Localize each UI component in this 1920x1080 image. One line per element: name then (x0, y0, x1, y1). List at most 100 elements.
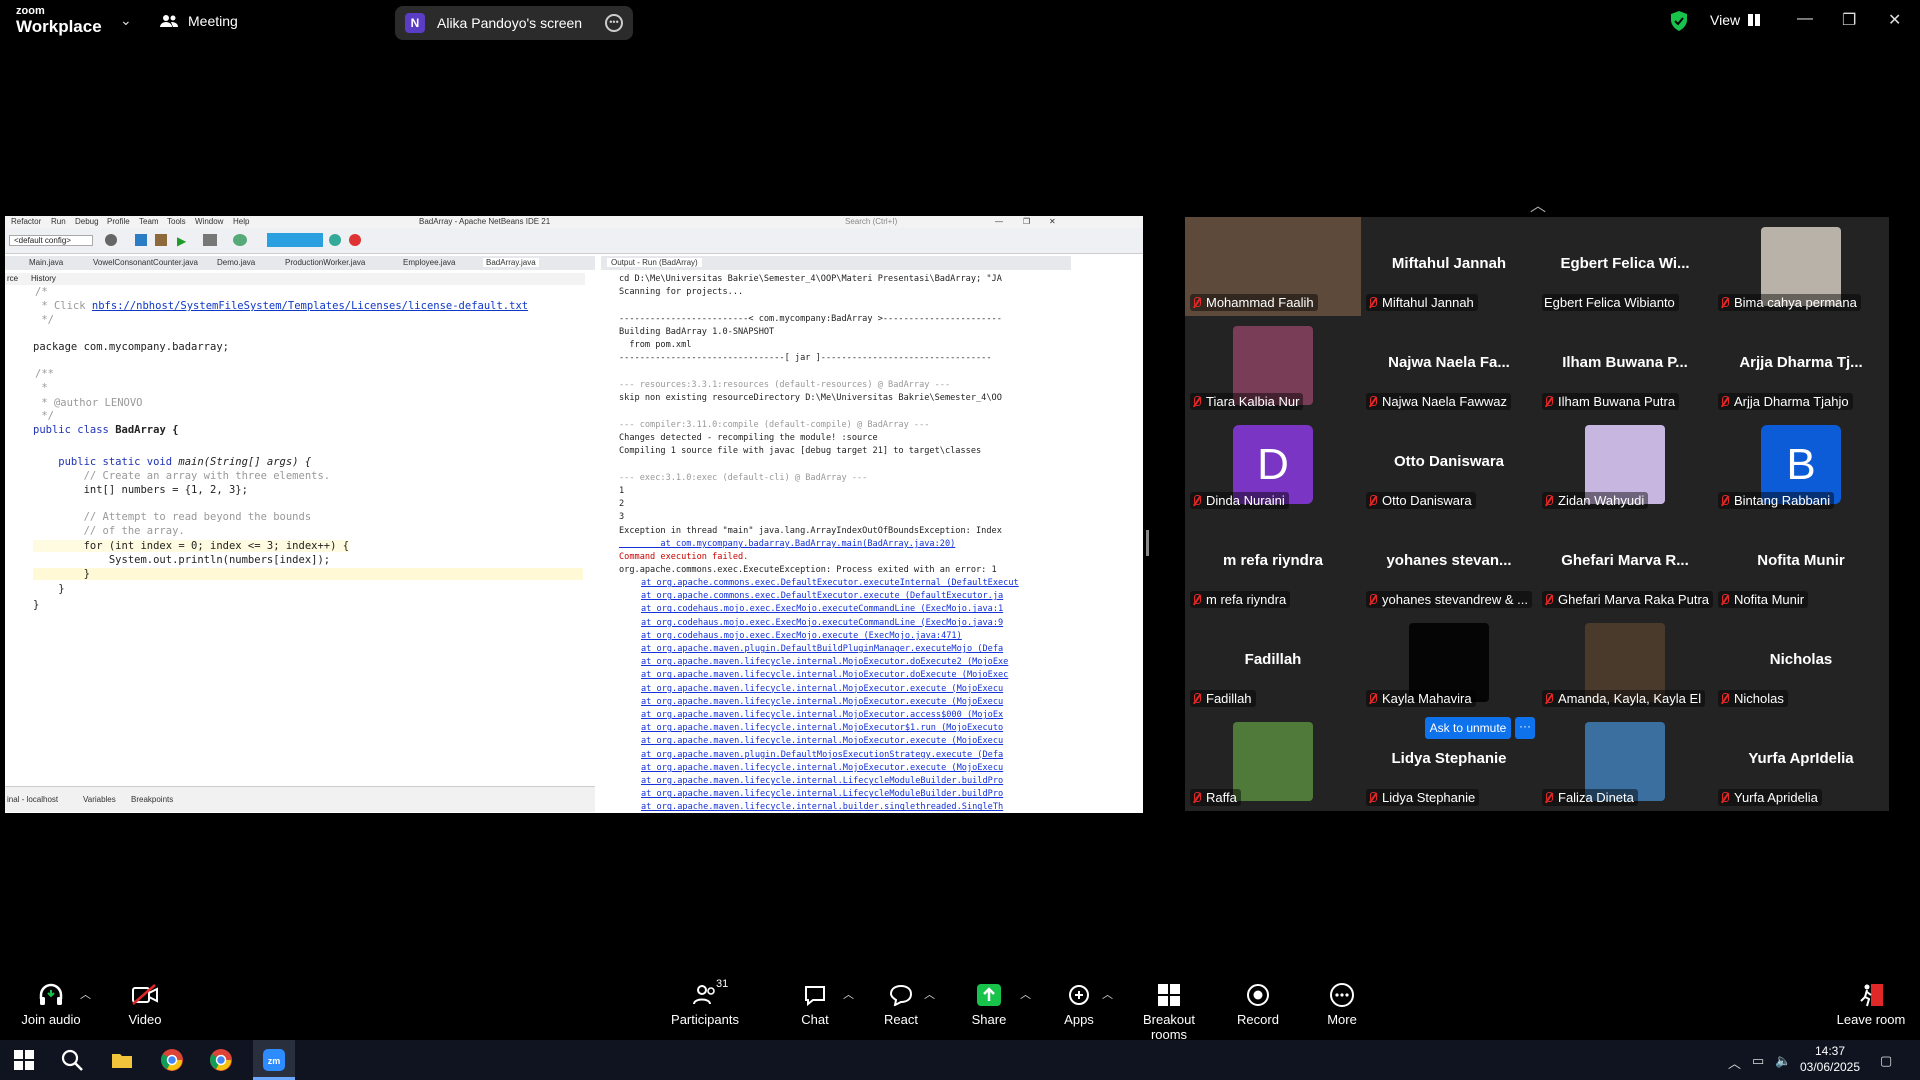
close-icon[interactable]: ✕ (1888, 10, 1901, 30)
notifications-icon[interactable]: ▢ (1880, 1053, 1892, 1069)
source-tab[interactable]: rce (7, 274, 18, 283)
stack-trace-link[interactable]: at org.apache.maven.lifecycle.internal.M… (641, 684, 1003, 694)
chrome-icon[interactable] (160, 1048, 184, 1072)
ide-menu-run[interactable]: Run (51, 217, 66, 226)
participant-tile[interactable]: Nofita Munir Nofita Munir (1713, 514, 1889, 613)
license-link[interactable]: nbfs://nbhost/SystemFileSystem/Templates… (92, 300, 528, 312)
file-explorer-icon[interactable] (110, 1048, 134, 1072)
stack-trace-link[interactable]: at org.codehaus.mojo.exec.ExecMojo.execu… (641, 618, 1003, 628)
editor-tab[interactable]: Main.java (29, 258, 63, 267)
chrome-profile-icon[interactable] (209, 1048, 233, 1072)
ide-restore-icon[interactable]: ❐ (1023, 217, 1030, 226)
stack-trace-link[interactable]: at org.codehaus.mojo.exec.ExecMojo.execu… (641, 631, 962, 641)
ide-menu-refactor[interactable]: Refactor (11, 217, 41, 226)
volume-icon[interactable]: 🔈 (1775, 1053, 1791, 1069)
participant-tile[interactable]: Raffa (1185, 712, 1361, 811)
ide-search-field[interactable]: Search (Ctrl+I) (845, 217, 897, 226)
participant-tile[interactable]: Otto Daniswara Otto Daniswara (1361, 415, 1537, 514)
network-icon[interactable]: ▭ (1752, 1053, 1764, 1069)
participant-tile[interactable]: Mohammad Faalih (1185, 217, 1361, 316)
chevron-up-icon[interactable]: ︿ (1530, 192, 1546, 216)
stack-trace-link[interactable]: at org.apache.maven.plugin.DefaultMojosE… (641, 750, 1003, 760)
ide-minimize-icon[interactable]: — (995, 217, 1003, 226)
stack-trace-link[interactable]: at org.apache.maven.lifecycle.internal.M… (641, 763, 1003, 773)
stack-trace-link[interactable]: at org.apache.maven.lifecycle.internal.M… (641, 657, 1008, 667)
participant-tile[interactable]: Ghefari Marva R... Ghefari Marva Raka Put… (1537, 514, 1713, 613)
ide-build-icon[interactable] (135, 234, 147, 246)
history-tab[interactable]: History (31, 274, 56, 283)
apps-options-caret[interactable]: ︿ (1102, 986, 1113, 1002)
stack-trace-link[interactable]: at org.apache.maven.lifecycle.internal.L… (641, 789, 1003, 799)
stop-icon[interactable] (349, 234, 361, 246)
participant-tile[interactable]: Arjja Dharma Tj... Arjja Dharma Tjahjo (1713, 316, 1889, 415)
screen-share-indicator[interactable]: N Alika Pandoyo's screen ••• (395, 6, 633, 40)
audio-options-caret[interactable]: ︿ (80, 986, 91, 1002)
participant-tile[interactable]: Zidan Wahyudi (1537, 415, 1713, 514)
participant-tile[interactable]: Faliza Dineta (1537, 712, 1713, 811)
editor-tab[interactable]: Employee.java (403, 258, 455, 267)
output-tab[interactable]: Output - Run (BadArray) (601, 256, 1071, 270)
participant-tile[interactable]: Ilham Buwana P... Ilham Buwana Putra (1537, 316, 1713, 415)
system-clock[interactable]: 14:37 03/06/2025 (1795, 1043, 1865, 1075)
tray-overflow-icon[interactable]: ︿ (1728, 1053, 1741, 1072)
participant-tile[interactable]: Amanda, Kayla, Kayla El (1537, 613, 1713, 712)
ide-menu-team[interactable]: Team (139, 217, 159, 226)
share-options-caret[interactable]: ︿ (1020, 986, 1031, 1002)
participant-tile[interactable]: Kayla Mahavira (1361, 613, 1537, 712)
more-options-icon[interactable]: ••• (605, 14, 623, 32)
participant-tile[interactable]: D Dinda Nuraini (1185, 415, 1361, 514)
participant-tile[interactable]: Yurfa AprIdelia Yurfa Apridelia (1713, 712, 1889, 811)
stack-trace-link[interactable]: at org.apache.maven.lifecycle.internal.M… (641, 723, 1003, 733)
more-options-button[interactable]: ··· (1515, 717, 1535, 739)
restore-icon[interactable]: ❐ (1842, 10, 1856, 30)
participant-tile[interactable]: Egbert Felica Wi... Egbert Felica Wibiant… (1537, 217, 1713, 316)
participant-tile[interactable]: Nicholas Nicholas (1713, 613, 1889, 712)
stack-trace-link[interactable]: at org.apache.maven.lifecycle.internal.L… (641, 776, 1003, 786)
participant-tile[interactable]: yohanes stevan... yohanes stevandrew & ..… (1361, 514, 1537, 613)
editor-tab-active[interactable]: BadArray.java (483, 258, 539, 267)
video-button[interactable]: Video (100, 980, 190, 1027)
stack-trace-link[interactable]: at org.apache.maven.lifecycle.internal.M… (641, 670, 1008, 680)
stack-trace-link[interactable]: at org.apache.maven.lifecycle.internal.b… (641, 802, 1003, 812)
stack-trace-link[interactable]: at org.apache.maven.lifecycle.internal.M… (641, 710, 1003, 720)
participant-tile[interactable]: Najwa Naela Fa... Najwa Naela Fawwaz (1361, 316, 1537, 415)
debug-icon[interactable] (203, 234, 217, 246)
editor-tab[interactable]: Demo.java (217, 258, 255, 267)
participant-tile[interactable]: Miftahul Jannah Miftahul Jannah (1361, 217, 1537, 316)
code-editor[interactable]: /* * Click nbfs://nbhost/SystemFileSyste… (5, 286, 585, 776)
participant-tile[interactable]: Tiara Kalbia Nur (1185, 316, 1361, 415)
chat-options-caret[interactable]: ︿ (843, 986, 854, 1002)
resize-handle[interactable] (1146, 530, 1149, 556)
ide-close-icon[interactable]: ✕ (1049, 217, 1056, 226)
chevron-down-icon[interactable]: ⌄ (120, 12, 132, 29)
participant-tile[interactable]: Fadillah Fadillah (1185, 613, 1361, 712)
run-icon[interactable]: ▶ (177, 234, 186, 248)
participants-button[interactable]: 31 Participants (660, 978, 750, 1027)
participant-tile[interactable]: Bima cahya permana (1713, 217, 1889, 316)
meeting-menu[interactable]: Meeting (160, 13, 238, 29)
ide-menu-debug[interactable]: Debug (75, 217, 99, 226)
config-select[interactable]: <default config> (9, 235, 93, 246)
ide-menu-window[interactable]: Window (195, 217, 223, 226)
ide-menu-help[interactable]: Help (233, 217, 249, 226)
editor-tab[interactable]: ProductionWorker.java (285, 258, 365, 267)
participant-tile[interactable]: B Bintang Rabbani (1713, 415, 1889, 514)
memory-gauge[interactable] (267, 233, 323, 247)
output-console[interactable]: cd D:\Me\Universitas Bakrie\Semester_4\O… (619, 274, 1059, 812)
breakout-rooms-button[interactable]: Breakout rooms (1124, 980, 1214, 1042)
leave-room-button[interactable]: Leave room (1826, 980, 1916, 1027)
profile-icon[interactable] (233, 234, 247, 246)
record-button[interactable]: Record (1213, 980, 1303, 1027)
stack-trace-link[interactable]: at org.apache.commons.exec.DefaultExecut… (641, 591, 1003, 601)
editor-tab[interactable]: VowelConsonantCounter.java (93, 258, 198, 267)
stack-trace-link[interactable]: at com.mycompany.badarray.BadArray.main(… (619, 539, 955, 549)
more-button[interactable]: More (1297, 980, 1387, 1027)
minimize-icon[interactable]: — (1797, 10, 1813, 28)
breakpoints-tab[interactable]: Breakpoints (131, 795, 173, 804)
gc-icon[interactable] (329, 234, 341, 246)
ask-to-unmute-button[interactable]: Ask to unmute (1425, 717, 1511, 739)
security-shield-icon[interactable] (1670, 10, 1688, 32)
view-button[interactable]: View (1710, 12, 1761, 28)
stack-trace-link[interactable]: at org.apache.maven.lifecycle.internal.M… (641, 697, 1003, 707)
ide-menu-tools[interactable]: Tools (167, 217, 186, 226)
